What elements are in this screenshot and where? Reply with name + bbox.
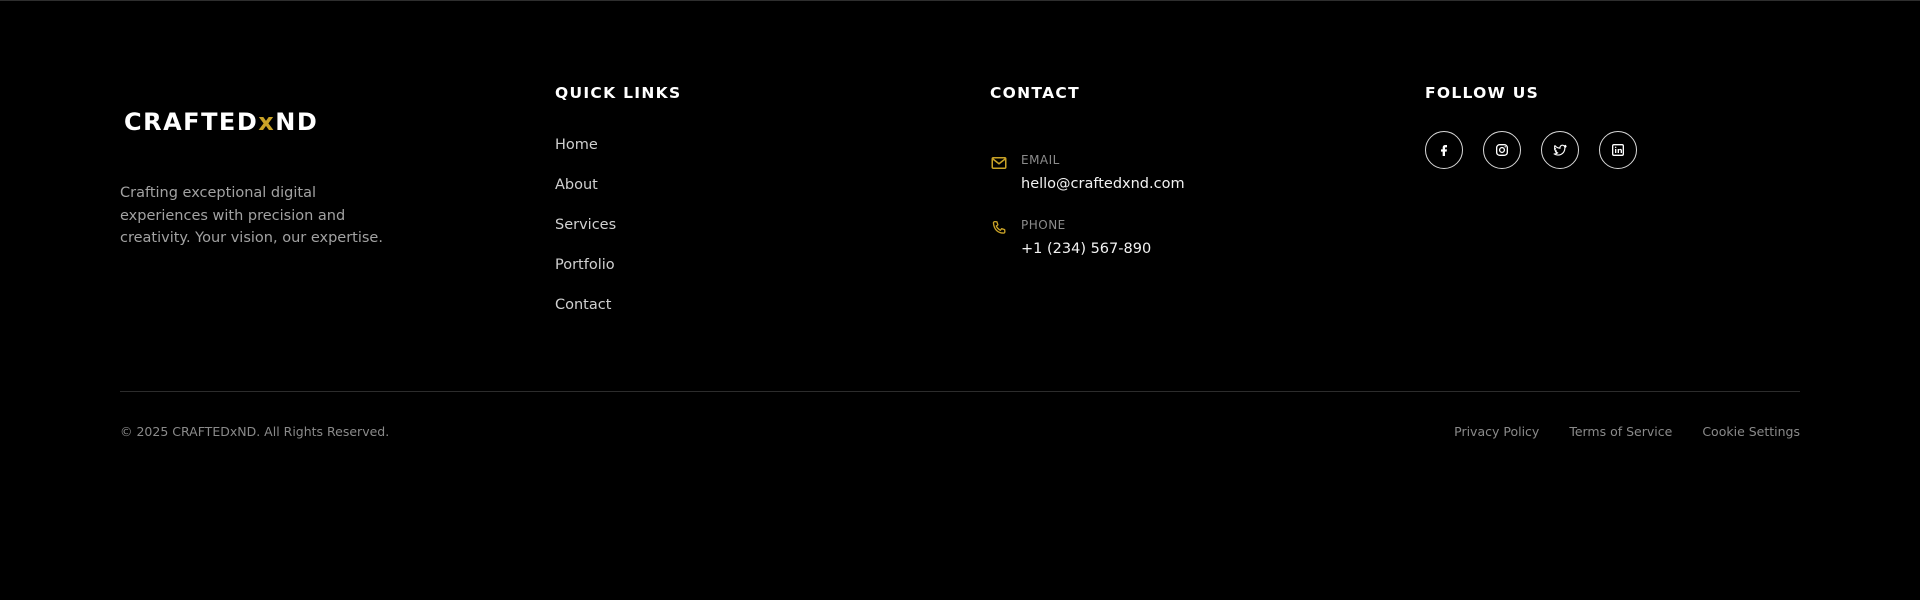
site-footer: CRAFTEDxND Crafting exceptional digital … — [120, 0, 1800, 600]
footer-divider — [120, 391, 1800, 392]
cookie-settings-link[interactable]: Cookie Settings — [1702, 424, 1800, 439]
email-link[interactable]: hello@craftedxnd.com — [1021, 176, 1185, 192]
logo-text-right: ND — [275, 108, 318, 135]
quick-links-heading: QUICK LINKS — [555, 84, 682, 102]
link-contact[interactable]: Contact — [555, 295, 616, 335]
logo-wordmark: CRAFTEDxND — [124, 108, 318, 135]
link-about[interactable]: About — [555, 175, 616, 215]
terms-of-service-link[interactable]: Terms of Service — [1569, 424, 1672, 439]
svg-text:CRAFTEDxND: CRAFTEDxND — [124, 108, 318, 135]
twitter-link[interactable] — [1541, 131, 1579, 169]
legal-links: Privacy Policy Terms of Service Cookie S… — [1454, 424, 1800, 439]
email-label: EMAIL — [1021, 153, 1060, 167]
brand-tagline: Crafting exceptional digital experiences… — [120, 185, 383, 246]
phone-icon — [992, 220, 1006, 234]
logo-text-x: x — [258, 108, 275, 135]
contact-email: EMAIL hello@craftedxnd.com — [990, 153, 1350, 203]
link-home[interactable]: Home — [555, 135, 616, 175]
phone-label: PHONE — [1021, 218, 1066, 232]
copyright-text: © 2025 CRAFTEDxND. All Rights Reserved. — [120, 424, 390, 439]
brand-logo[interactable]: CRAFTEDxND — [124, 105, 334, 135]
contact-phone: PHONE +1 (234) 567-890 — [990, 218, 1350, 268]
contact-heading: CONTACT — [990, 84, 1080, 102]
quick-links-list: Home About Services Portfolio Contact — [555, 135, 616, 335]
facebook-link[interactable] — [1425, 131, 1463, 169]
instagram-link[interactable] — [1483, 131, 1521, 169]
instagram-icon — [1496, 144, 1508, 156]
linkedin-link[interactable] — [1599, 131, 1637, 169]
privacy-policy-link[interactable]: Privacy Policy — [1454, 424, 1539, 439]
social-links — [1425, 131, 1637, 169]
link-services[interactable]: Services — [555, 215, 616, 255]
phone-link[interactable]: +1 (234) 567-890 — [1021, 241, 1151, 257]
mail-icon — [991, 157, 1007, 169]
twitter-icon — [1553, 144, 1567, 156]
facebook-icon — [1441, 145, 1447, 156]
linkedin-icon — [1612, 144, 1624, 156]
link-portfolio[interactable]: Portfolio — [555, 255, 616, 295]
logo-text-left: CRAFTED — [124, 108, 258, 135]
follow-us-heading: FOLLOW US — [1425, 84, 1540, 102]
